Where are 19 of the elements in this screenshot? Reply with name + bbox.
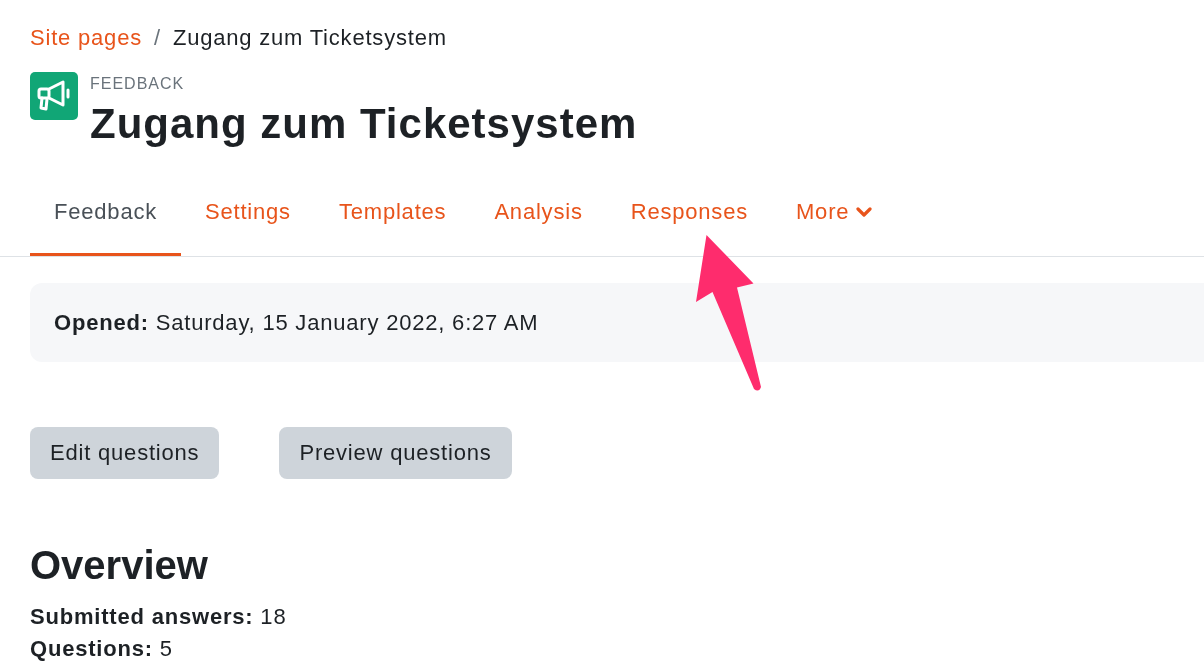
breadcrumb-separator: / (153, 24, 161, 52)
action-button[interactable]: Preview questions (279, 427, 512, 479)
chevron-down-icon (856, 206, 873, 218)
tab[interactable]: Templates (314, 185, 471, 256)
module-label: FEEDBACK (90, 74, 186, 94)
tab[interactable]: More (772, 185, 897, 256)
tab[interactable]: Settings (181, 185, 315, 256)
breadcrumb-current: Zugang zum Ticketsystem (172, 24, 447, 52)
section-heading: Overview (30, 542, 209, 589)
stat-text: Questions: 5 (30, 635, 173, 663)
page-title: Zugang zum Ticketsystem (90, 99, 638, 149)
megaphone-icon (30, 72, 78, 120)
breadcrumb-link[interactable]: Site pages (30, 23, 142, 53)
opened-date-text: Opened: Saturday, 15 January 2022, 6:27 AM (54, 310, 539, 335)
stat-text: Submitted answers: 18 (30, 603, 287, 631)
tab[interactable]: Feedback (30, 185, 181, 256)
tab[interactable]: Analysis (470, 185, 607, 256)
action-button[interactable]: Edit questions (30, 427, 220, 479)
tab[interactable]: Responses (606, 185, 772, 256)
